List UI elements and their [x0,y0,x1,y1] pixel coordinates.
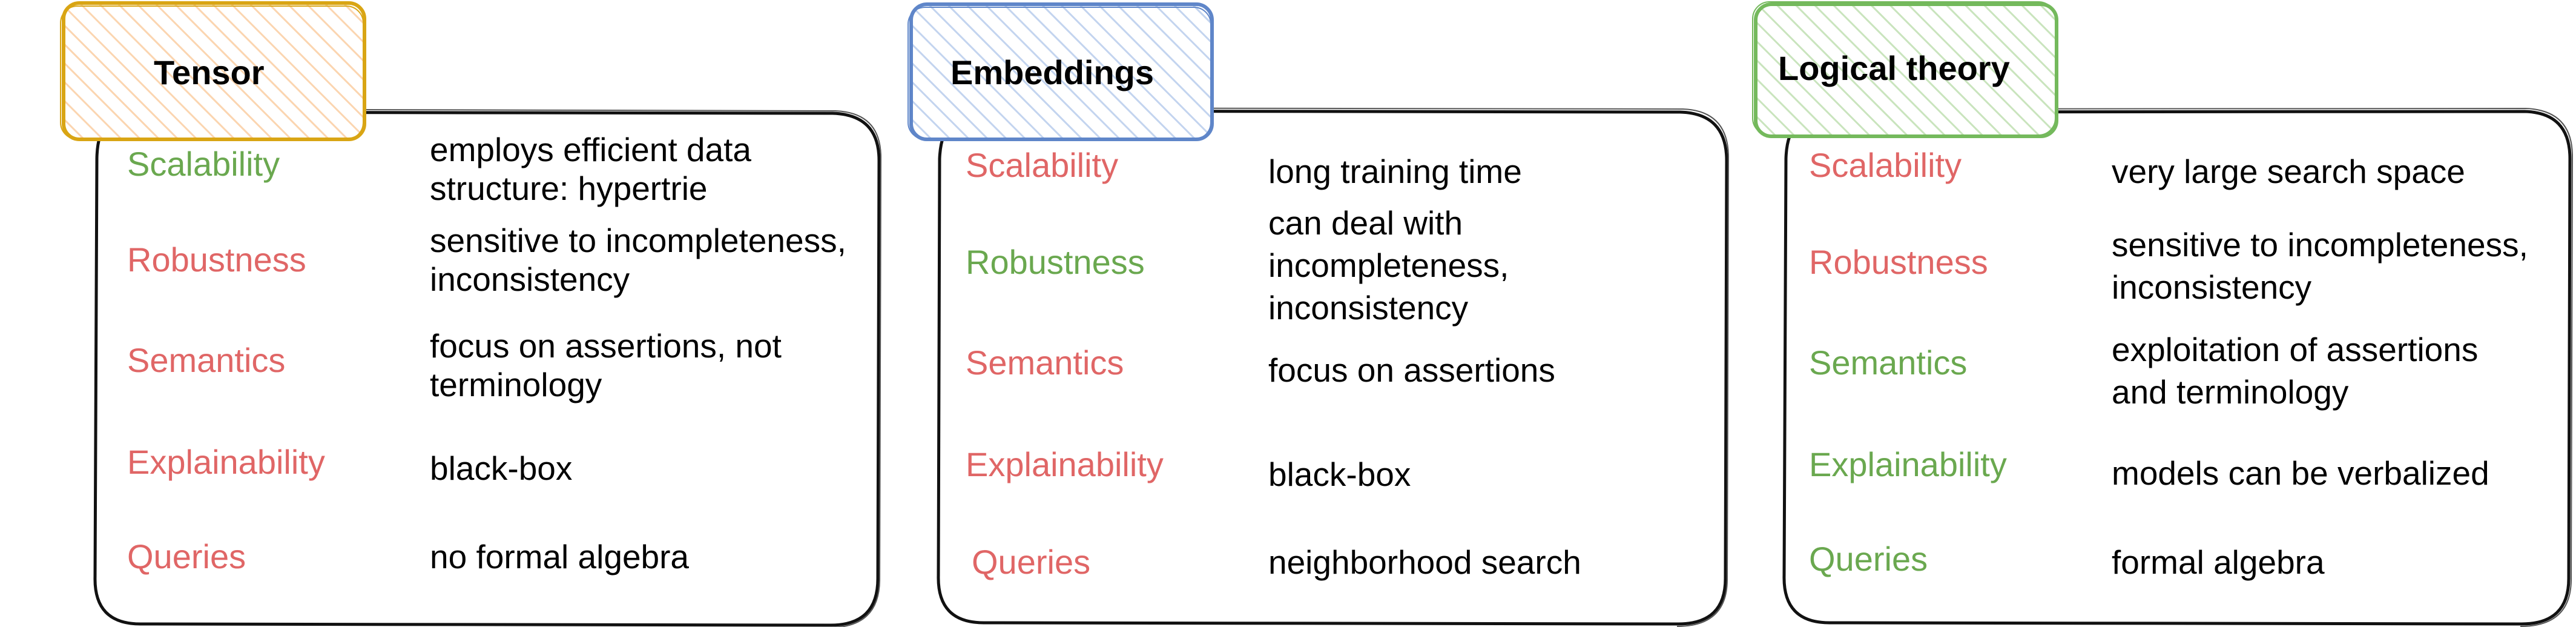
row-desc: models can be verbalized [2112,454,2489,492]
row-label: Robustness [1809,243,1988,281]
row-label: Queries [127,537,246,576]
row-desc: formal algebra [2112,543,2325,581]
panel-embeddings: Embeddings Scalability long training tim… [908,2,1730,627]
row-label: Explainability [966,445,1164,483]
row-label: Robustness [127,241,306,279]
row-label: Robustness [966,243,1145,281]
tab-logical-theory: Logical theory [1752,1,2058,138]
tab-title: Tensor [154,53,265,91]
row-desc: focus on assertions, not [430,327,782,365]
tab-embeddings: Embeddings [908,2,1214,141]
row-label: Semantics [127,341,285,379]
row-desc: black-box [430,450,572,487]
row-desc: and terminology [2112,373,2349,411]
row-desc: exploitation of assertions [2112,331,2478,368]
row-desc: inconsistency [2112,268,2312,306]
row-desc: inconsistency [430,260,630,298]
row-desc: black-box [1268,456,1411,493]
row-label: Explainability [1809,445,2007,483]
row-desc: sensitive to incompleteness, [2112,226,2528,264]
comparison-diagram: Tensor Scalability employs efficient dat… [60,1,2574,627]
row-label: Queries [972,543,1090,581]
row-desc: neighborhood search [1268,543,1581,581]
row-label: Semantics [1809,343,1967,382]
row-desc: can deal with [1268,204,1463,242]
row-label: Scalability [966,146,1118,184]
row-label: Explainability [127,443,325,481]
tab-title: Logical theory [1778,49,2010,87]
row-label: Scalability [1809,146,1962,184]
panel-logical-theory: Logical theory Scalability very large se… [1752,1,2574,627]
row-desc: terminology [430,366,602,403]
row-desc: employs efficient data [430,131,751,168]
row-desc: sensitive to incompleteness, [430,222,846,259]
panel-tensor: Tensor Scalability employs efficient dat… [60,1,882,627]
row-desc: long training time [1268,153,1522,190]
row-desc: structure: hypertrie [430,170,708,207]
row-desc: very large search space [2112,153,2465,190]
row-desc: incompleteness, [1268,247,1509,284]
row-label: Semantics [966,343,1124,382]
tab-title: Embeddings [950,53,1154,91]
row-desc: inconsistency [1268,289,1469,327]
tab-tensor: Tensor [60,1,366,141]
row-label: Queries [1809,540,1928,578]
row-desc: focus on assertions [1268,351,1555,389]
row-desc: no formal algebra [430,538,689,576]
row-label: Scalability [127,145,280,183]
